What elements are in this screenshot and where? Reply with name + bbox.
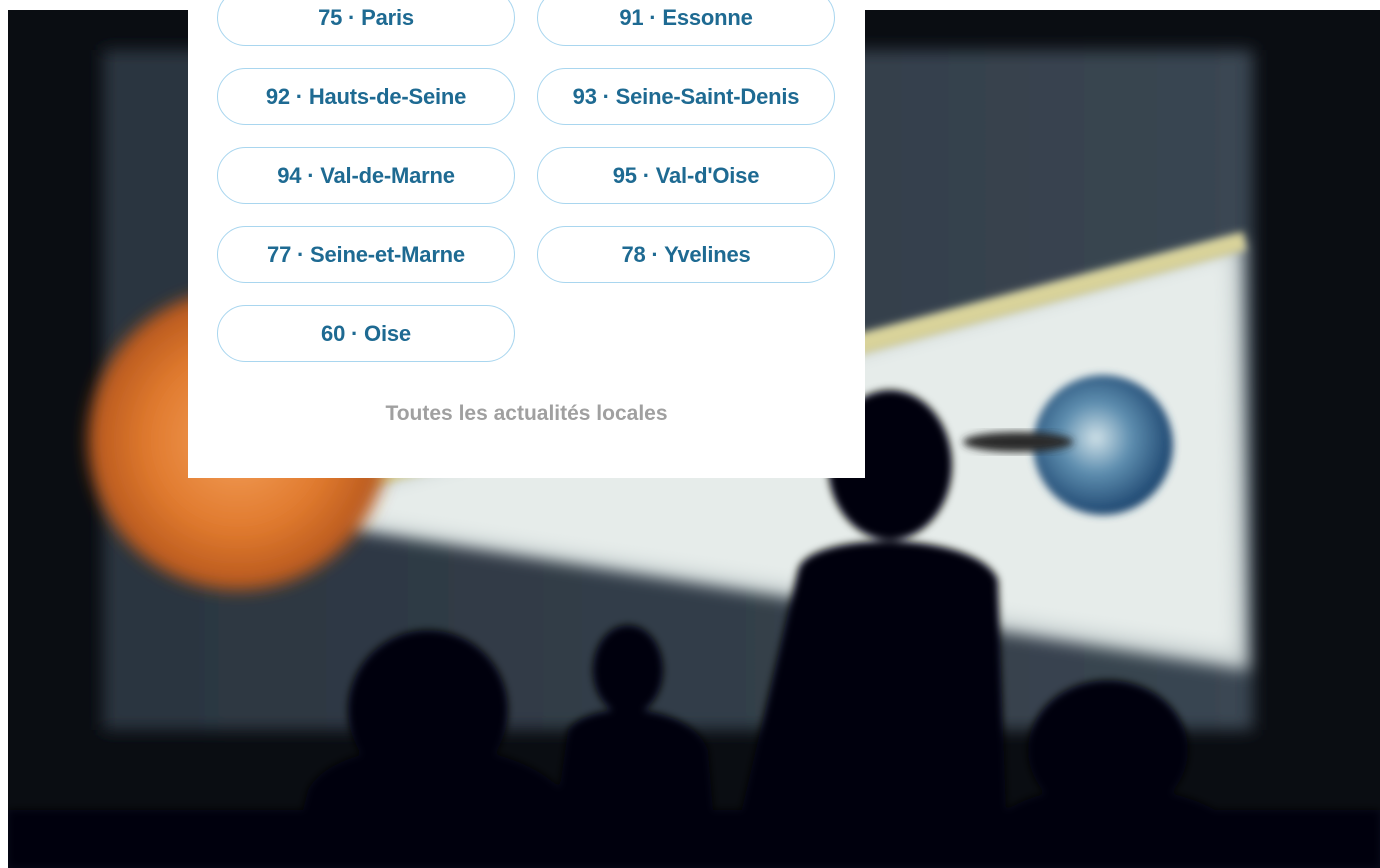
department-button-78[interactable]: 78 · Yvelines bbox=[537, 226, 835, 283]
department-button-91[interactable]: 91 · Essonne bbox=[537, 0, 835, 46]
department-grid: 75 · Paris 91 · Essonne 92 · Hauts-de-Se… bbox=[217, 0, 837, 362]
department-button-92[interactable]: 92 · Hauts-de-Seine bbox=[217, 68, 515, 125]
page: 75 · Paris 91 · Essonne 92 · Hauts-de-Se… bbox=[0, 0, 1380, 868]
department-button-75[interactable]: 75 · Paris bbox=[217, 0, 515, 46]
department-button-94[interactable]: 94 · Val-de-Marne bbox=[217, 147, 515, 204]
department-button-77[interactable]: 77 · Seine-et-Marne bbox=[217, 226, 515, 283]
department-dropdown-panel: 75 · Paris 91 · Essonne 92 · Hauts-de-Se… bbox=[188, 0, 865, 478]
department-button-60[interactable]: 60 · Oise bbox=[217, 305, 515, 362]
department-button-93[interactable]: 93 · Seine-Saint-Denis bbox=[537, 68, 835, 125]
department-button-95[interactable]: 95 · Val-d'Oise bbox=[537, 147, 835, 204]
all-local-news-link[interactable]: Toutes les actualités locales bbox=[188, 402, 865, 426]
